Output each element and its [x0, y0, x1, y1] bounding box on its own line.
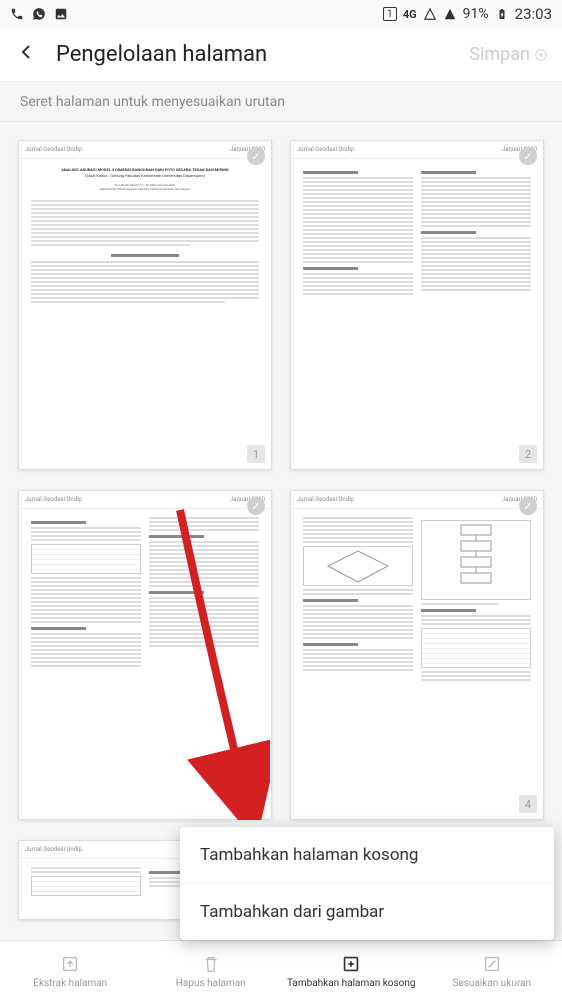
page-number-badge: 3 — [247, 795, 265, 813]
extract-page-button[interactable]: Ekstrak halaman — [0, 953, 141, 989]
add-page-icon — [340, 953, 362, 975]
trash-icon — [200, 953, 222, 975]
add-blank-page-button[interactable]: Tambahkan halaman kosong — [281, 953, 422, 989]
select-check-icon[interactable]: ✓ — [519, 147, 537, 165]
clock-time: 23:03 — [515, 5, 552, 23]
whatsapp-icon — [32, 7, 46, 21]
network-type: 4G — [403, 8, 417, 21]
app-header: Pengelolaan halaman Simpan — [0, 28, 562, 82]
status-bar: 1 4G 91% 23:03 — [0, 0, 562, 28]
page-thumbnail[interactable]: Jurnal Geodesi Undip Januari 2020 ✓ 3 — [18, 490, 272, 820]
select-check-icon[interactable]: ✓ — [247, 147, 265, 165]
delete-page-button[interactable]: Hapus halaman — [141, 953, 282, 989]
bottom-toolbar: Ekstrak halaman Hapus halaman Tambahkan … — [0, 940, 562, 1000]
page-number-badge: 1 — [247, 445, 265, 463]
page-thumbnail[interactable]: Jurnal Geodesi Undip Januari 2020 ✓ — [290, 490, 544, 820]
sim-icon: 1 — [383, 7, 397, 21]
page-title: Pengelolaan halaman — [56, 42, 469, 67]
battery-percent: 91% — [463, 6, 489, 22]
page-number-badge: 4 — [519, 795, 537, 813]
battery-icon — [495, 7, 509, 21]
signal-icon-1 — [423, 7, 437, 21]
drag-hint: Seret halaman untuk menyesuaikan urutan — [0, 82, 562, 122]
page-number-badge: 2 — [519, 445, 537, 463]
add-from-image-option[interactable]: Tambahkan dari gambar — [180, 884, 554, 940]
signal-icon-2 — [443, 7, 457, 21]
resize-icon — [481, 953, 503, 975]
page-thumbnail[interactable]: Jurnal Geodesi Undip Januari 2020 ✓ 2 — [290, 140, 544, 470]
select-check-icon[interactable]: ✓ — [247, 497, 265, 515]
image-icon — [54, 7, 68, 21]
pages-grid[interactable]: Jurnal Geodesi Undip Januari 2020 ✓ ANAL… — [0, 122, 562, 940]
save-button[interactable]: Simpan — [469, 44, 548, 65]
extract-icon — [59, 953, 81, 975]
add-blank-page-option[interactable]: Tambahkan halaman kosong — [180, 827, 554, 884]
page-thumbnail[interactable]: Jurnal Geodesi Undip Januari 2020 ✓ ANAL… — [18, 140, 272, 470]
select-check-icon[interactable]: ✓ — [519, 497, 537, 515]
back-button[interactable] — [14, 40, 38, 70]
phone-icon — [10, 7, 24, 21]
add-page-popup: Tambahkan halaman kosong Tambahkan dari … — [180, 827, 554, 940]
resize-button[interactable]: Sesuaikan ukuran — [422, 953, 562, 989]
